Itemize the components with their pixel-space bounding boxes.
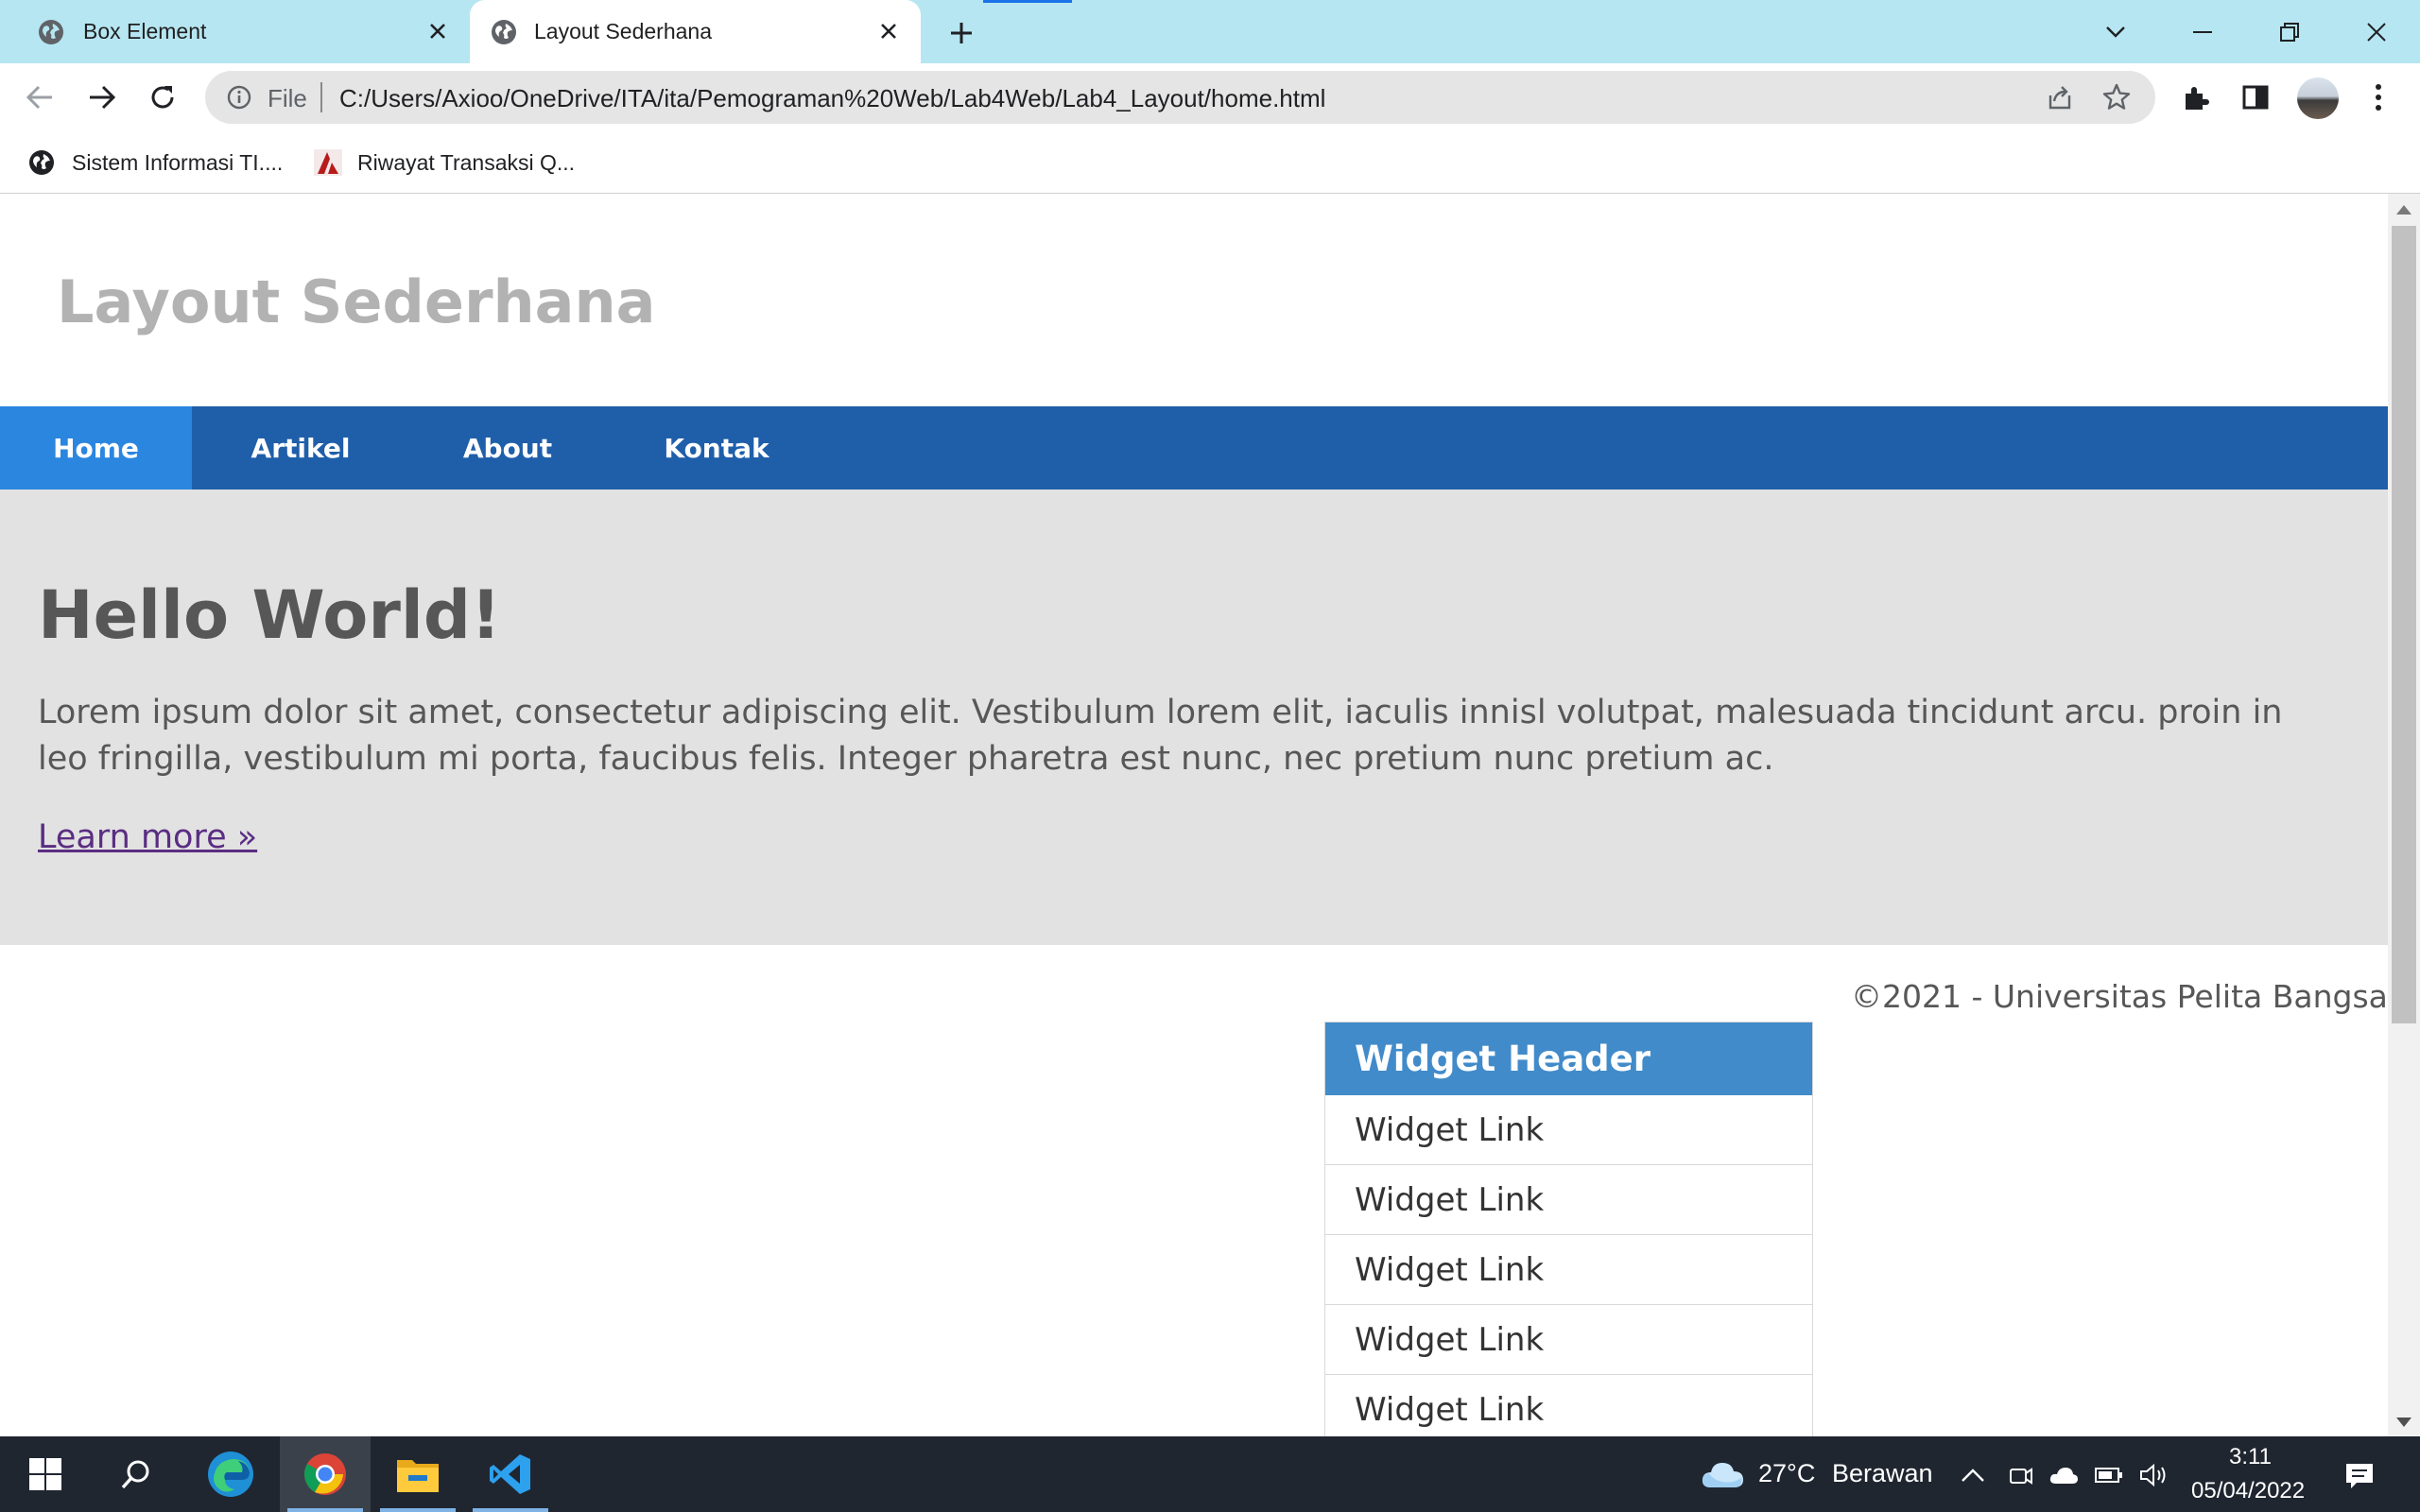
url-text[interactable]: C:/Users/Axioo/OneDrive/ITA/ita/Pemogram… xyxy=(339,84,1325,113)
weather-condition[interactable]: Berawan xyxy=(1832,1459,1933,1488)
new-tab-button[interactable] xyxy=(945,17,977,49)
tab-search-icon[interactable] xyxy=(2097,13,2135,51)
taskbar-search-button[interactable] xyxy=(91,1436,182,1512)
menu-kebab-icon[interactable] xyxy=(2360,78,2397,116)
widget-header: Widget Header xyxy=(1325,1022,1812,1095)
tab-title: Box Element xyxy=(83,19,207,43)
meet-now-icon[interactable] xyxy=(2004,1459,2036,1491)
hero-title: Hello World! xyxy=(38,576,501,654)
onedrive-cloud-icon[interactable] xyxy=(2048,1459,2080,1491)
globe-icon xyxy=(38,19,64,45)
search-icon xyxy=(120,1458,152,1490)
scroll-thumb[interactable] xyxy=(2392,226,2416,1023)
close-window-icon[interactable] xyxy=(2358,13,2395,51)
weather-temp[interactable]: 27°C xyxy=(1758,1459,1815,1488)
main-nav: Home Artikel About Kontak xyxy=(0,406,2388,490)
forward-button[interactable] xyxy=(83,78,121,116)
tab-box-element[interactable]: Box Element xyxy=(0,0,463,63)
bookmarks-bar: Sistem Informasi TI.... Riwayat Transaks… xyxy=(0,132,2420,194)
tab-title: Layout Sederhana xyxy=(534,19,712,43)
browser-toolbar: File C:/Users/Axioo/OneDrive/ITA/ita/Pem… xyxy=(0,63,2420,132)
close-tab-icon[interactable] xyxy=(874,17,903,45)
tab-progress-indicator xyxy=(983,0,1072,3)
clock-time[interactable]: 3:11 xyxy=(2229,1444,2272,1470)
edge-icon xyxy=(206,1450,255,1499)
widget-link[interactable]: Widget Link xyxy=(1325,1095,1812,1165)
chrome-icon xyxy=(302,1452,348,1497)
footer-copyright: ©2021 - Universitas Pelita Bangsa xyxy=(1851,978,2388,1015)
taskbar-file-explorer[interactable] xyxy=(372,1436,463,1512)
close-tab-icon[interactable] xyxy=(424,17,452,45)
chevron-up-icon[interactable] xyxy=(1957,1459,1989,1491)
share-icon[interactable] xyxy=(2045,82,2075,112)
volume-icon[interactable] xyxy=(2138,1459,2170,1491)
open-app-indicator xyxy=(380,1508,456,1512)
vscode-icon xyxy=(488,1452,533,1497)
tab-layout-sederhana[interactable]: Layout Sederhana xyxy=(470,0,921,63)
scroll-up-arrow-icon[interactable] xyxy=(2396,205,2411,215)
widget-box: Widget Header Widget Link Widget Link Wi… xyxy=(1324,1022,1813,1436)
active-app-indicator xyxy=(287,1508,363,1512)
weather-cloud-icon[interactable] xyxy=(1700,1455,1745,1493)
widget-link[interactable]: Widget Link xyxy=(1325,1375,1812,1436)
side-panel-icon[interactable] xyxy=(2237,78,2274,116)
battery-icon[interactable] xyxy=(2093,1459,2125,1491)
globe-icon xyxy=(491,19,517,45)
site-title: Layout Sederhana xyxy=(57,267,656,336)
address-bar[interactable]: File C:/Users/Axioo/OneDrive/ITA/ita/Pem… xyxy=(205,71,2155,124)
page-scrollbar[interactable] xyxy=(2388,194,2420,1436)
widget-link[interactable]: Widget Link xyxy=(1325,1235,1812,1305)
extensions-icon[interactable] xyxy=(2178,78,2216,116)
profile-avatar[interactable] xyxy=(2297,77,2339,119)
windows-taskbar: 27°C Berawan 3:11 05/04/2022 xyxy=(0,1436,2420,1512)
back-button[interactable] xyxy=(21,78,59,116)
learn-more-link[interactable]: Learn more » xyxy=(38,818,257,856)
page-viewport: Layout Sederhana Home Artikel About Kont… xyxy=(0,194,2388,1436)
notifications-icon[interactable] xyxy=(2341,1457,2378,1495)
hero-section: Hello World! Lorem ipsum dolor sit amet,… xyxy=(0,490,2388,945)
windows-logo-icon xyxy=(29,1458,61,1490)
start-button[interactable] xyxy=(0,1436,91,1512)
hero-text: Lorem ipsum dolor sit amet, consectetur … xyxy=(38,694,2283,778)
address-separator xyxy=(320,82,322,112)
reload-button[interactable] xyxy=(144,78,182,116)
nav-item-artikel[interactable]: Artikel xyxy=(192,406,409,490)
site-logo-icon xyxy=(314,149,342,176)
widget-link[interactable]: Widget Link xyxy=(1325,1165,1812,1235)
taskbar-vscode[interactable] xyxy=(465,1436,556,1512)
site-header: Layout Sederhana xyxy=(0,194,2388,406)
clock-date[interactable]: 05/04/2022 xyxy=(2191,1478,2305,1504)
scheme-label: File xyxy=(268,84,307,112)
nav-item-kontak[interactable]: Kontak xyxy=(606,406,827,490)
open-app-indicator xyxy=(473,1508,548,1512)
tab-strip: Box Element Layout Sederhana xyxy=(0,0,2420,63)
bookmark-label: Riwayat Transaksi Q... xyxy=(357,149,576,175)
minimize-icon[interactable] xyxy=(2184,13,2221,51)
file-explorer-icon xyxy=(395,1454,441,1494)
bookmark-item[interactable]: Sistem Informasi TI.... xyxy=(28,144,283,181)
globe-icon xyxy=(28,149,55,176)
bookmark-label: Sistem Informasi TI.... xyxy=(72,149,284,175)
nav-item-about[interactable]: About xyxy=(409,406,606,490)
taskbar-edge[interactable] xyxy=(185,1436,276,1512)
bookmark-star-icon[interactable] xyxy=(2101,82,2132,112)
restore-icon[interactable] xyxy=(2271,13,2308,51)
scroll-down-arrow-icon[interactable] xyxy=(2396,1418,2411,1427)
widget-link[interactable]: Widget Link xyxy=(1325,1305,1812,1375)
site-info-icon[interactable] xyxy=(226,84,252,111)
taskbar-chrome[interactable] xyxy=(280,1436,371,1512)
bookmark-item[interactable]: Riwayat Transaksi Q... xyxy=(314,144,575,181)
nav-item-home[interactable]: Home xyxy=(0,406,192,490)
